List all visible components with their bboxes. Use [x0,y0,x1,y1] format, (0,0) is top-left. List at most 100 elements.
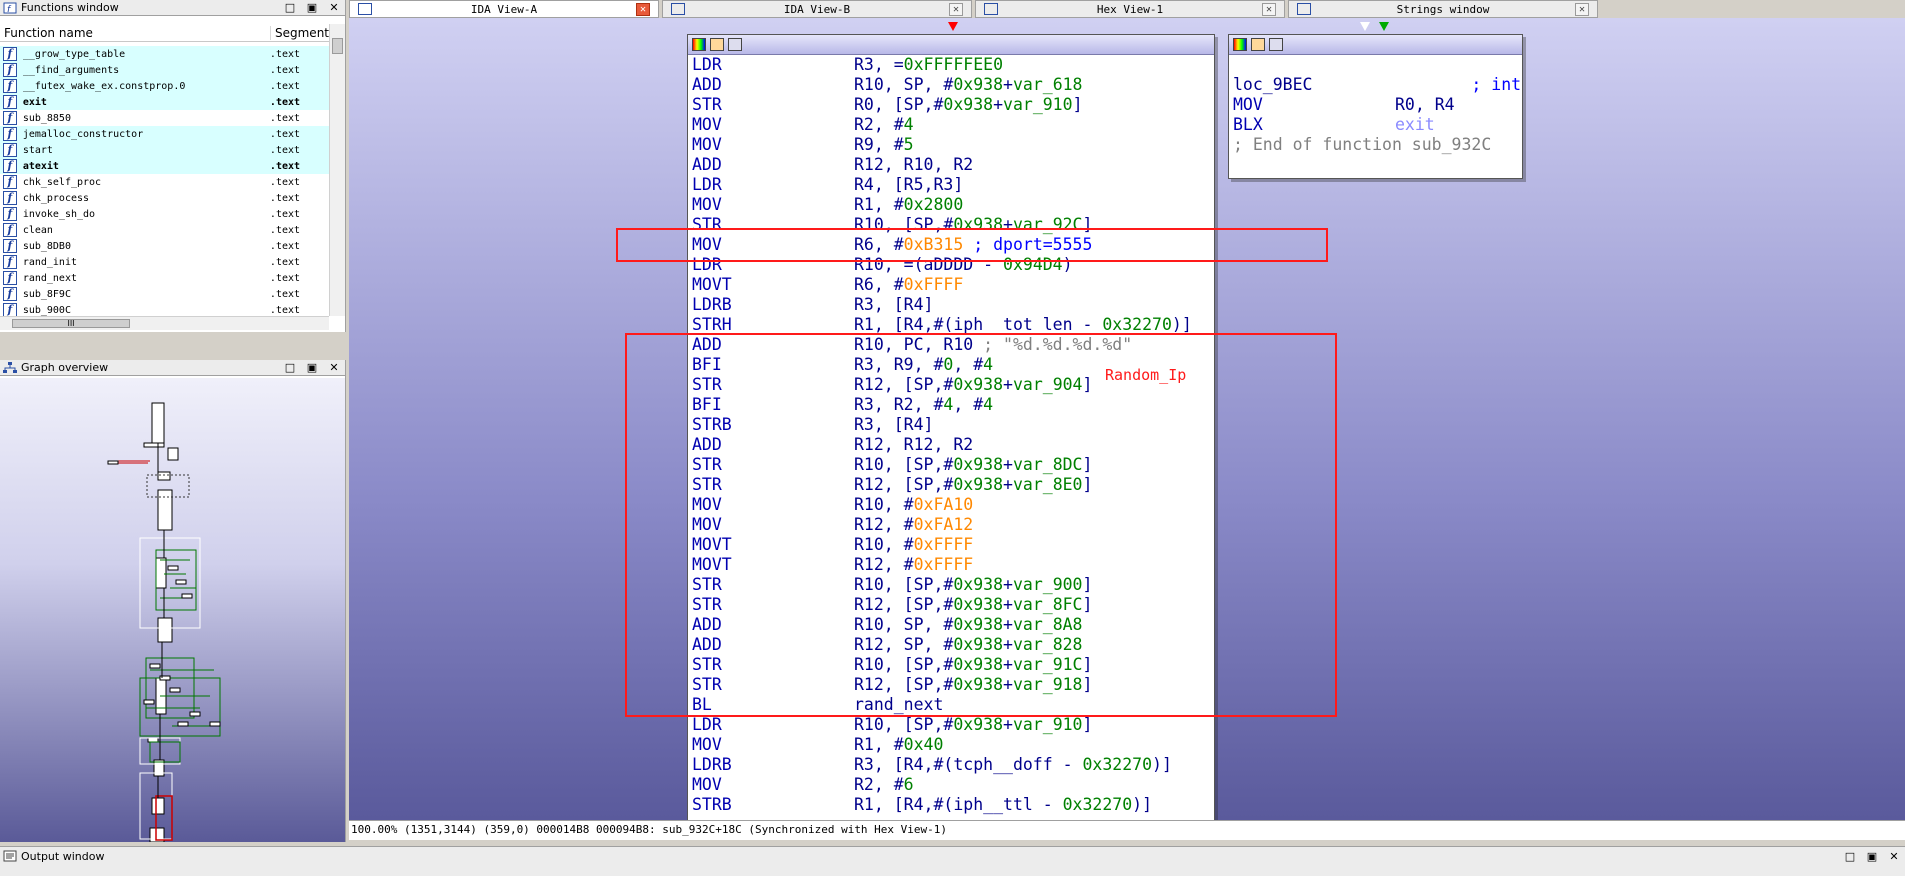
asm-line[interactable]: MOVT R6, #0xFFFF [692,275,1214,295]
function-row[interactable]: f __futex_wake_ex.constprop.0 .text [0,78,329,94]
color-palette-icon[interactable] [692,38,706,51]
asm-token: R2, # [854,775,904,794]
basic-block-loc-9bec[interactable]: loc_9BEC ; int MOV R0, R4 BLX exit; End of f… [1228,34,1523,179]
asm-line[interactable]: STR R0, [SP,# 0x938 + var_910] [692,95,1214,115]
asm-token: R3, = [854,55,904,74]
rename-icon[interactable] [1251,38,1265,51]
function-row[interactable]: f sub_8DB0 .text [0,238,329,254]
rename-icon[interactable] [710,38,724,51]
close-icon[interactable]: ✕ [1575,2,1589,16]
graph-overview-window: Graph overview □ ▣ ✕ [0,360,346,843]
functions-vertical-scrollbar[interactable] [329,24,345,316]
function-row[interactable]: f rand_init .text [0,254,329,270]
function-row[interactable]: f clean .text [0,222,329,238]
restore-icon[interactable]: ▣ [1861,850,1883,863]
restore-icon[interactable]: ▣ [301,361,323,374]
asm-line[interactable]: LDR R10, [SP,# 0x938 + var_910] [692,715,1214,735]
function-row[interactable]: f start .text [0,142,329,158]
scrollbar-thumb[interactable]: III [12,319,130,328]
asm-token: var_910 [1003,95,1073,114]
close-icon[interactable]: ✕ [323,1,345,14]
column-header-function-name[interactable]: Function name [0,25,271,40]
asm-line[interactable]: LDR R3, = 0xFFFFFEE0 [692,55,1214,75]
ida-graph-view[interactable]: LDR R3, = 0xFFFFFEE0 ADD R10, SP, #0x938 + var… [349,18,1905,820]
asm-line[interactable]: MOV R1, #0x2800 [692,195,1214,215]
asm-token: ; int [1312,75,1522,94]
minimize-icon[interactable]: □ [279,1,301,14]
asm-line[interactable]: MOV R9, #5 [692,135,1214,155]
function-name: invoke_sh_do [22,208,96,220]
close-icon[interactable]: ✕ [949,2,963,16]
function-row[interactable]: f chk_process .text [0,190,329,206]
graph-overview-canvas[interactable] [0,378,345,843]
functions-window-title: Functions window [21,1,119,14]
restore-icon[interactable]: ▣ [301,1,323,14]
asm-line[interactable]: STRH R1, [R4,#(iph__tot_len - 0x32270)] [692,315,1214,335]
asm-line[interactable]: MOV R1, #0x40 [692,735,1214,755]
asm-token: R4, [R5,R3] [854,175,964,194]
tab-ida-view-a[interactable]: IDA View-A ✕ [349,0,659,18]
function-row[interactable]: f chk_self_proc .text [0,174,329,190]
tab-strings-window[interactable]: Strings window ✕ [1288,0,1598,18]
view-tabs: IDA View-A ✕ IDA View-B ✕ Hex View-1 ✕ S… [349,0,1905,18]
function-segment: .text [269,240,301,252]
function-row[interactable]: f rand_next .text [0,270,329,286]
asm-line[interactable]: LDRB R3, [R4] [692,295,1214,315]
function-segment: .text [269,208,301,220]
asm-token: R12, R10, R2 [854,155,974,174]
tab-ida-view-b[interactable]: IDA View-B ✕ [662,0,972,18]
strings-icon [1297,3,1311,15]
asm-token: )] [1152,755,1172,774]
function-row[interactable]: f invoke_sh_do .text [0,206,329,222]
function-row[interactable]: f sub_8F9C .text [0,286,329,302]
function-row[interactable]: f exit .text [0,94,329,110]
group-nodes-icon[interactable] [1269,38,1283,51]
asm-line[interactable]: LDR R4, [R5,R3] [692,175,1214,195]
close-icon[interactable]: ✕ [1262,2,1276,16]
minimize-icon[interactable]: □ [279,361,301,374]
functions-window-titlebar: f Functions window □ ▣ ✕ [0,0,345,16]
function-row[interactable]: f atexit .text [0,158,329,174]
asm-mnemonic: STRB [692,795,732,814]
asm-line[interactable]: ADD R12, R10, R2 [692,155,1214,175]
scrollbar-grip: III [67,319,75,328]
asm-line[interactable] [1233,55,1522,75]
close-icon[interactable]: ✕ [636,2,650,16]
hex-view-icon [984,3,998,15]
function-segment: .text [269,128,301,140]
close-icon[interactable]: ✕ [323,361,345,374]
asm-line[interactable]: MOV R2, #4 [692,115,1214,135]
asm-line[interactable]: STRB R1, [R4,#(iph__ttl - 0x32270)] [692,795,1214,815]
asm-line[interactable]: MOV R2, #6 [692,775,1214,795]
asm-line[interactable]: ; End of function sub_932C [1233,135,1522,155]
function-row[interactable]: f __find_arguments .text [0,62,329,78]
asm-token: R9, # [854,135,904,154]
functions-window: f Functions window □ ▣ ✕ Function name S… [0,0,346,332]
asm-mnemonic: MOV [692,195,722,214]
function-icon: f [3,191,17,205]
graph-overview-minimap [107,402,221,843]
highlight-box-random-ip [625,333,1337,717]
asm-token: var_910 [1012,715,1083,734]
asm-token: + [1003,75,1013,94]
scrollbar-thumb[interactable] [332,38,343,54]
functions-horizontal-scrollbar[interactable]: III [0,316,329,330]
asm-token: 0x938 [953,75,1004,94]
function-row[interactable]: f sub_8850 .text [0,110,329,126]
output-window-titlebar: Output window □ ▣ ✕ [0,847,1905,865]
function-row[interactable]: f sub_900C .text [0,302,329,316]
close-icon[interactable]: ✕ [1883,850,1905,863]
function-icon: f [3,207,17,221]
color-palette-icon[interactable] [1233,38,1247,51]
group-nodes-icon[interactable] [728,38,742,51]
asm-line[interactable]: ADD R10, SP, #0x938 + var_618 [692,75,1214,95]
minimize-icon[interactable]: □ [1839,850,1861,863]
function-row[interactable]: f jemalloc_constructor .text [0,126,329,142]
asm-line[interactable]: loc_9BEC ; int [1233,75,1522,95]
asm-line[interactable]: BLX exit [1233,115,1522,135]
asm-line[interactable]: LDRB R3, [R4,#(tcph__doff - 0x32270)] [692,755,1214,775]
function-row[interactable]: f __grow_type_table .text [0,46,329,62]
tab-hex-view-1[interactable]: Hex View-1 ✕ [975,0,1285,18]
column-header-segment[interactable]: Segment [271,26,329,40]
asm-line[interactable]: MOV R0, R4 [1233,95,1522,115]
